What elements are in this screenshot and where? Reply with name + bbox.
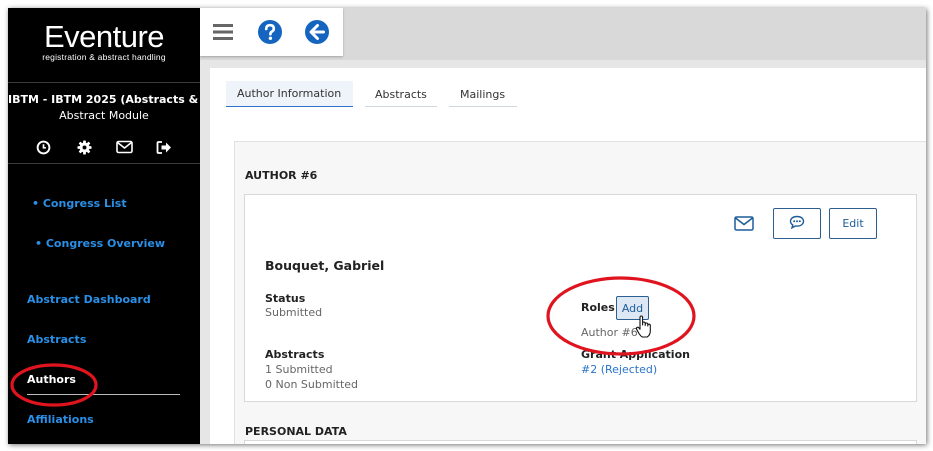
tab-mailings[interactable]: Mailings	[449, 81, 517, 107]
sidebar-item-abstracts[interactable]: Abstracts	[27, 333, 86, 346]
active-item-underline	[27, 394, 180, 395]
author-card: Edit Bouquet, Gabriel Status Submitted R…	[244, 194, 917, 402]
comment-icon	[789, 215, 805, 232]
sidebar-icon-bar	[8, 138, 200, 158]
back-arrow-icon[interactable]	[303, 18, 331, 46]
event-name: IBTM - IBTM 2025 (Abstracts & Par...	[8, 93, 200, 106]
help-icon[interactable]	[256, 18, 284, 46]
sidebar-divider	[8, 82, 200, 83]
hamburger-menu-icon[interactable]	[209, 18, 237, 46]
sidebar-item-affiliations[interactable]: Affiliations	[27, 413, 94, 426]
app-window: Eventure registration & abstract handlin…	[8, 8, 926, 444]
envelope-icon[interactable]	[115, 138, 133, 156]
sidebar: Eventure registration & abstract handlin…	[8, 8, 200, 444]
hand-cursor-icon	[635, 315, 653, 343]
sidebar-item-congress-overview[interactable]: • Congress Overview	[35, 237, 165, 250]
sidebar-item-abstract-dashboard[interactable]: Abstract Dashboard	[27, 293, 151, 306]
section-title: AUTHOR #6	[245, 169, 318, 182]
author-name: Bouquet, Gabriel	[265, 258, 385, 273]
status-label: Status	[265, 292, 306, 305]
top-bar	[200, 8, 926, 60]
sidebar-item-congress-list[interactable]: • Congress List	[32, 197, 127, 210]
logo: Eventure registration & abstract handlin…	[8, 19, 200, 62]
clock-icon[interactable]	[34, 138, 52, 156]
roles-label: Roles	[581, 301, 615, 314]
abstracts-submitted: 1 Submitted	[265, 363, 333, 376]
envelope-icon[interactable]	[732, 213, 756, 233]
module-name: Abstract Module	[59, 109, 149, 122]
grant-application-link[interactable]: #2 (Rejected)	[581, 363, 657, 376]
edit-button[interactable]: Edit	[829, 208, 877, 239]
roles-value: Author #6	[581, 326, 638, 339]
status-value: Submitted	[265, 306, 323, 319]
comment-button[interactable]	[773, 208, 821, 239]
gear-icon[interactable]	[75, 138, 93, 156]
logo-subtitle: registration & abstract handling	[42, 52, 166, 62]
abstracts-non-submitted: 0 Non Submitted	[265, 378, 359, 391]
tab-abstracts[interactable]: Abstracts	[365, 81, 437, 107]
abstracts-label: Abstracts	[265, 348, 325, 361]
tab-label: Abstracts	[375, 88, 427, 101]
red-circle-annotation	[10, 363, 98, 407]
main-content: Author Information Abstracts Mailings AU…	[210, 68, 926, 444]
top-button-group	[200, 8, 343, 56]
sidebar-divider	[8, 163, 200, 164]
grant-application-label: Grant Application	[581, 348, 690, 361]
sign-out-icon[interactable]	[155, 138, 173, 156]
tab-label: Mailings	[460, 88, 506, 101]
tab-label: Author Information	[237, 87, 342, 100]
tab-author-information[interactable]: Author Information	[226, 81, 353, 107]
personal-data-card	[244, 440, 917, 444]
sidebar-item-authors[interactable]: Authors	[27, 373, 76, 386]
personal-data-title: PERSONAL DATA	[245, 425, 347, 438]
logo-title: Eventure	[43, 19, 165, 54]
